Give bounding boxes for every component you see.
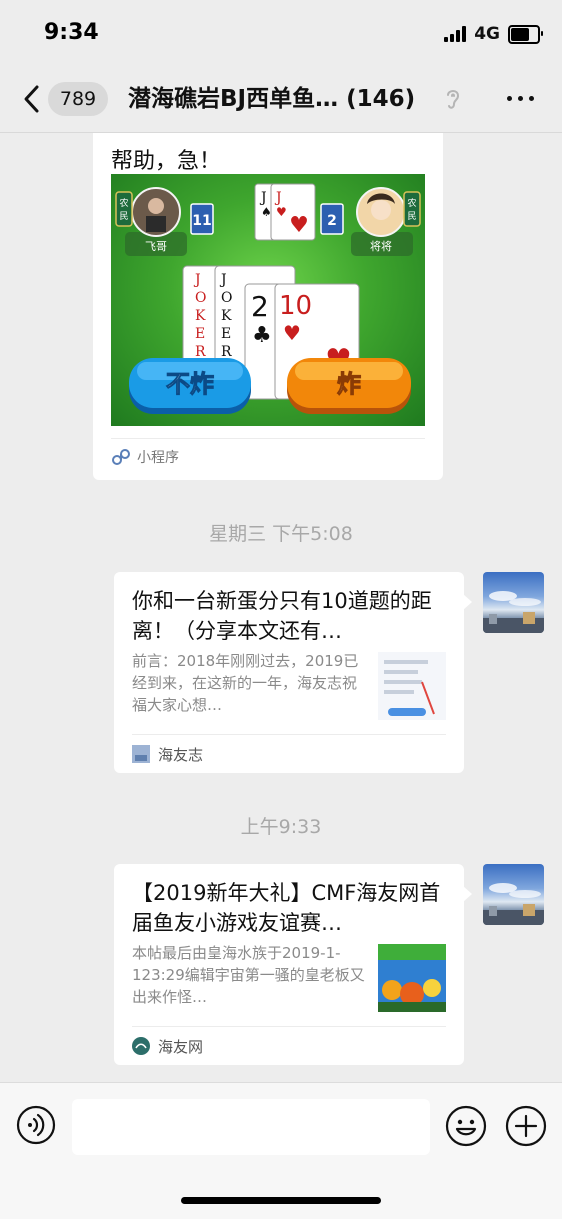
- group-name: 潜海礁岩BJ西单鱼…: [128, 86, 339, 112]
- hand-card-small-joker-j: J: [219, 272, 227, 288]
- played-card-2-suit: ♥: [276, 205, 287, 219]
- role-left-char-1: 农: [119, 197, 128, 209]
- avatar-image: [483, 591, 544, 633]
- avatar-image: [483, 883, 544, 925]
- source-logo-icon: [132, 1037, 150, 1055]
- emoji-icon[interactable]: [445, 1105, 487, 1147]
- network-type: 4G: [474, 24, 500, 44]
- pass-button-label: 不炸: [166, 370, 214, 398]
- source-name: 海友网: [158, 1037, 204, 1056]
- hand-card-big-joker-e: E: [195, 326, 205, 342]
- status-indicators: 4G: [444, 24, 543, 44]
- article-thumbnail: [378, 944, 446, 1012]
- battery-icon: [508, 24, 543, 44]
- played-card-1-suit: ♠: [261, 205, 272, 219]
- source-logo-icon: [132, 745, 150, 763]
- article-thumbnail: [378, 652, 446, 720]
- home-indicator[interactable]: [181, 1197, 381, 1204]
- hand-card-small-joker-k: K: [221, 308, 232, 324]
- mini-program-icon: [112, 449, 130, 465]
- hand-card-big-joker-j: J: [193, 272, 201, 288]
- article-description: 前言：2018年刚刚过去，2019已经到来，在这新的一年，海友志祝福大家心想…: [132, 652, 359, 714]
- hand-card-big-joker-k: K: [195, 308, 206, 324]
- card-count-right-text: 2: [327, 213, 337, 229]
- role-left-char-2: 民: [119, 211, 128, 222]
- played-card-1-rank: J: [259, 190, 267, 206]
- article-card[interactable]: 【2019新年大礼】CMF海友网首届鱼友小游戏友谊赛… 本帖最后由皇海水族于20…: [114, 864, 472, 1065]
- game-preview-image: 农 民 飞哥 11 农 民 将将 2 J ♠ J ♥ ♥ J O K E R J…: [111, 174, 425, 426]
- chat-header: 789 潜海礁岩BJ西单鱼… (146): [0, 66, 562, 133]
- timestamp-separator: 上午9:33: [240, 816, 322, 838]
- article-title: 你和一台新蛋分只有10道题的距离！（分享本文还有…: [132, 589, 432, 643]
- avatar[interactable]: [483, 864, 544, 925]
- card-count-left-text: 11: [192, 213, 211, 229]
- unread-count-badge[interactable]: 789: [48, 82, 108, 116]
- hand-card-10-suit: ♥: [283, 321, 301, 345]
- mini-program-label: 小程序: [137, 450, 179, 466]
- mini-program-text: 帮助，急！: [111, 149, 222, 174]
- hand-card-small-joker-o: O: [221, 290, 232, 306]
- ear-icon: [447, 90, 460, 109]
- played-card-2-pip: ♥: [289, 213, 309, 238]
- hand-card-2-suit: ♣: [252, 323, 272, 348]
- member-count: (146): [346, 86, 416, 112]
- source-name: 海友志: [158, 745, 204, 764]
- bomb-button-label: 炸: [337, 370, 361, 398]
- hand-card-small-joker-r: R: [221, 344, 232, 360]
- article-card[interactable]: 你和一台新蛋分只有10道题的距离！（分享本文还有… 前言：2018年刚刚过去，2…: [114, 572, 472, 773]
- article-description: 本帖最后由皇海水族于2019-1-123:29编辑宇宙第一骚的皇老板又出来作怪…: [132, 944, 365, 1006]
- timestamp-separator: 星期三 下午5:08: [209, 523, 353, 545]
- article-thumbnail-image: [378, 944, 446, 1012]
- article-source: 海友网: [132, 1026, 446, 1065]
- player-right-name: 将将: [370, 240, 392, 253]
- voice-icon[interactable]: [16, 1105, 56, 1145]
- hand-card-2-rank: 2: [251, 290, 269, 323]
- article-thumbnail-image: [378, 652, 446, 720]
- article-source: 海友志: [132, 734, 446, 773]
- battery-level: [511, 27, 530, 41]
- plus-icon[interactable]: [505, 1105, 547, 1147]
- more-dots-icon[interactable]: [507, 96, 534, 101]
- article-title: 【2019新年大礼】CMF海友网首届鱼友小游戏友谊赛…: [132, 881, 441, 935]
- hand-card-small-joker-e: E: [221, 326, 231, 342]
- chevron-left-icon[interactable]: [22, 84, 42, 114]
- message-input[interactable]: [72, 1099, 430, 1155]
- role-right-char-2: 民: [407, 211, 416, 222]
- player-left-name: 飞哥: [145, 240, 167, 253]
- avatar[interactable]: [483, 572, 544, 633]
- hand-card-big-joker-o: O: [195, 290, 206, 306]
- hand-card-10-rank: 10: [279, 291, 312, 321]
- status-time: 9:34: [44, 20, 99, 45]
- mini-program-card[interactable]: 帮助，急！ 农 民 飞哥 11 农 民 将将 2 J ♠ J ♥ ♥ J O K…: [93, 133, 443, 480]
- played-card-2-rank: J: [274, 190, 282, 206]
- status-bar: 9:34 4G: [0, 0, 562, 66]
- landlord-game-scene: 农 民 飞哥 11 农 民 将将 2 J ♠ J ♥ ♥ J O K E R J…: [115, 183, 421, 414]
- chat-title[interactable]: 潜海礁岩BJ西单鱼… (146): [128, 82, 443, 116]
- mini-program-footer: 小程序: [111, 438, 425, 475]
- hand-card-big-joker-r: R: [195, 344, 206, 360]
- message-list[interactable]: 帮助，急！ 农 民 飞哥 11 农 民 将将 2 J ♠ J ♥ ♥ J O K…: [0, 133, 562, 1081]
- signal-icon: [444, 26, 467, 42]
- role-right-char-1: 农: [407, 197, 416, 209]
